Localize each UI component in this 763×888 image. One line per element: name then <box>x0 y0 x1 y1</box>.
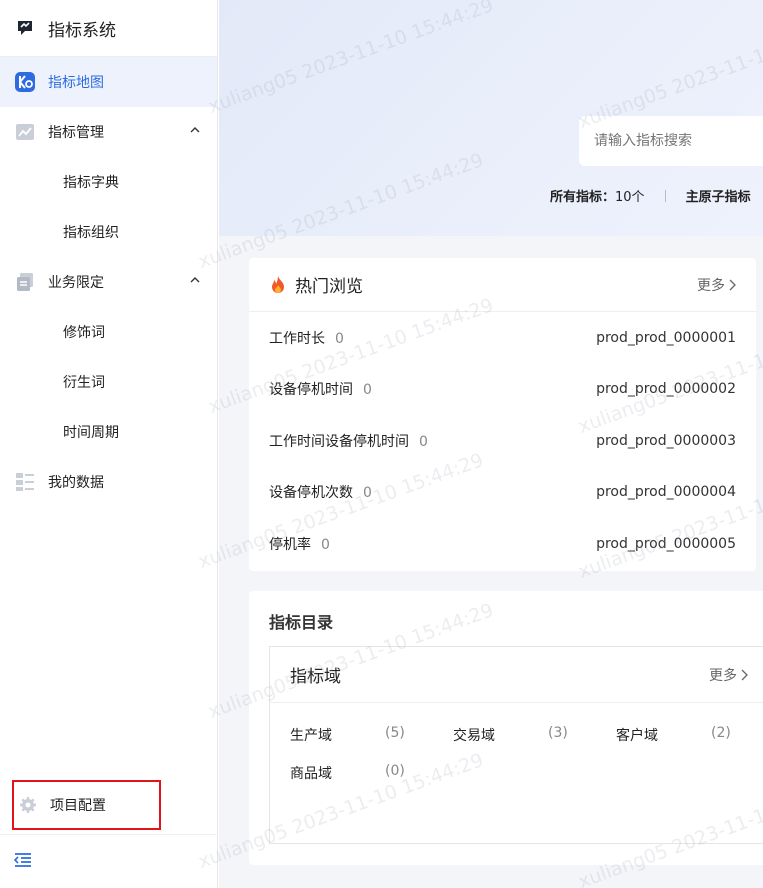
metric-domain-title: 指标域 <box>290 667 341 687</box>
metrics-system-logo-icon <box>16 19 34 37</box>
document-stack-icon <box>14 271 36 293</box>
sidebar-item-business-qualifier[interactable]: 业务限定 <box>0 257 217 307</box>
metric-name: 工作时长 <box>269 330 325 347</box>
more-label: 更多 <box>697 278 725 294</box>
metric-map-icon <box>14 71 36 93</box>
sidebar-item-time-period[interactable]: 时间周期 <box>0 407 217 457</box>
main-content: 所有指标： 10个 主原子指标 热门浏览 更多 工作时长 0 prod_prod_… <box>219 0 763 888</box>
chart-management-icon <box>14 121 36 143</box>
domain-item-production[interactable]: 生产域 <box>290 725 332 745</box>
chevron-right-icon <box>729 279 736 291</box>
metric-code: prod_prod_0000003 <box>596 432 736 449</box>
metric-name: 设备停机时间 <box>269 382 353 399</box>
metric-code: prod_prod_0000001 <box>596 329 736 346</box>
domain-item-customer[interactable]: 客户域 <box>616 725 658 745</box>
domain-count: (3) <box>548 725 568 741</box>
list-item[interactable]: 设备停机次数 0 prod_prod_0000004 <box>249 467 756 519</box>
sidebar-item-metric-management[interactable]: 指标管理 <box>0 107 217 157</box>
view-count: 0 <box>363 382 372 399</box>
view-count: 0 <box>321 536 330 553</box>
primary-atomic-label: 主原子指标 <box>685 190 751 205</box>
more-label: 更多 <box>709 668 737 684</box>
metric-name: 工作时间设备停机时间 <box>269 433 409 450</box>
all-metrics-value: 10个 <box>615 190 645 205</box>
domain-item-transaction[interactable]: 交易域 <box>453 725 495 745</box>
view-count: 0 <box>363 485 372 502</box>
domain-count: (5) <box>385 725 405 741</box>
metric-code: prod_prod_0000002 <box>596 381 736 398</box>
metric-catalog-title: 指标目录 <box>269 613 334 632</box>
project-config-label: 项目配置 <box>50 798 106 814</box>
fire-icon <box>272 275 284 293</box>
metric-search-input[interactable] <box>579 116 763 166</box>
sidebar-item-label: 指标地图 <box>48 75 104 91</box>
view-count: 0 <box>419 433 428 450</box>
view-count: 0 <box>335 330 344 347</box>
chevron-right-icon <box>741 669 748 681</box>
brand-header: 指标系统 <box>0 0 217 57</box>
metric-code: prod_prod_0000005 <box>596 535 736 552</box>
sidebar-item-label: 指标管理 <box>48 125 104 141</box>
sidebar-item-metric-dictionary[interactable]: 指标字典 <box>0 157 217 207</box>
domain-more-link[interactable]: 更多 <box>709 665 748 685</box>
sidebar-item-label: 业务限定 <box>48 275 104 291</box>
list-item[interactable]: 设备停机时间 0 prod_prod_0000002 <box>249 364 756 416</box>
sidebar-footer <box>0 834 218 888</box>
sidebar: 指标系统 指标地图 指标管理 指标字典 指标组织 业务限定 修饰词 衍生词 时间 <box>0 0 218 888</box>
metric-catalog-card: 指标目录 指标域 更多 生产域 (5) 交易域 (3) 客户域 (2) 商品域 … <box>249 591 763 865</box>
metric-domain-panel: 指标域 更多 生产域 (5) 交易域 (3) 客户域 (2) 商品域 (0) <box>269 646 763 844</box>
hot-browse-title: 热门浏览 <box>295 277 363 297</box>
metric-name: 停机率 <box>269 536 311 553</box>
metric-name: 设备停机次数 <box>269 485 353 502</box>
sidebar-item-metric-map[interactable]: 指标地图 <box>0 57 217 107</box>
sidebar-item-derived-term[interactable]: 衍生词 <box>0 357 217 407</box>
app-title: 指标系统 <box>48 20 116 41</box>
chevron-up-icon[interactable] <box>189 274 201 286</box>
metric-code: prod_prod_0000004 <box>596 484 736 501</box>
hot-more-link[interactable]: 更多 <box>697 275 736 295</box>
sidebar-item-label: 我的数据 <box>48 475 104 491</box>
sidebar-item-metric-organization[interactable]: 指标组织 <box>0 207 217 257</box>
divider <box>664 189 666 202</box>
hot-browse-header: 热门浏览 更多 <box>249 258 756 312</box>
gear-icon <box>18 795 38 815</box>
list-item[interactable]: 停机率 0 prod_prod_0000005 <box>249 518 756 570</box>
domain-count: (2) <box>711 725 731 741</box>
data-grid-icon <box>14 471 36 493</box>
domain-item-product[interactable]: 商品域 <box>290 763 332 783</box>
list-item[interactable]: 工作时长 0 prod_prod_0000001 <box>249 312 756 364</box>
all-metrics-label: 所有指标： <box>550 190 616 205</box>
metric-stats: 所有指标： 10个 主原子指标 <box>550 186 751 205</box>
collapse-menu-icon[interactable] <box>13 852 33 872</box>
domain-count: (0) <box>385 763 405 779</box>
hot-browse-card: 热门浏览 更多 工作时长 0 prod_prod_0000001 设备停机时间 0 … <box>249 258 756 571</box>
chevron-up-icon[interactable] <box>189 124 201 136</box>
list-item[interactable]: 工作时间设备停机时间 0 prod_prod_0000003 <box>249 415 756 467</box>
sidebar-item-my-data[interactable]: 我的数据 <box>0 457 217 507</box>
sidebar-item-project-config[interactable]: 项目配置 <box>12 780 161 830</box>
sidebar-item-modifier[interactable]: 修饰词 <box>0 307 217 357</box>
metric-domain-header: 指标域 更多 <box>270 647 763 703</box>
